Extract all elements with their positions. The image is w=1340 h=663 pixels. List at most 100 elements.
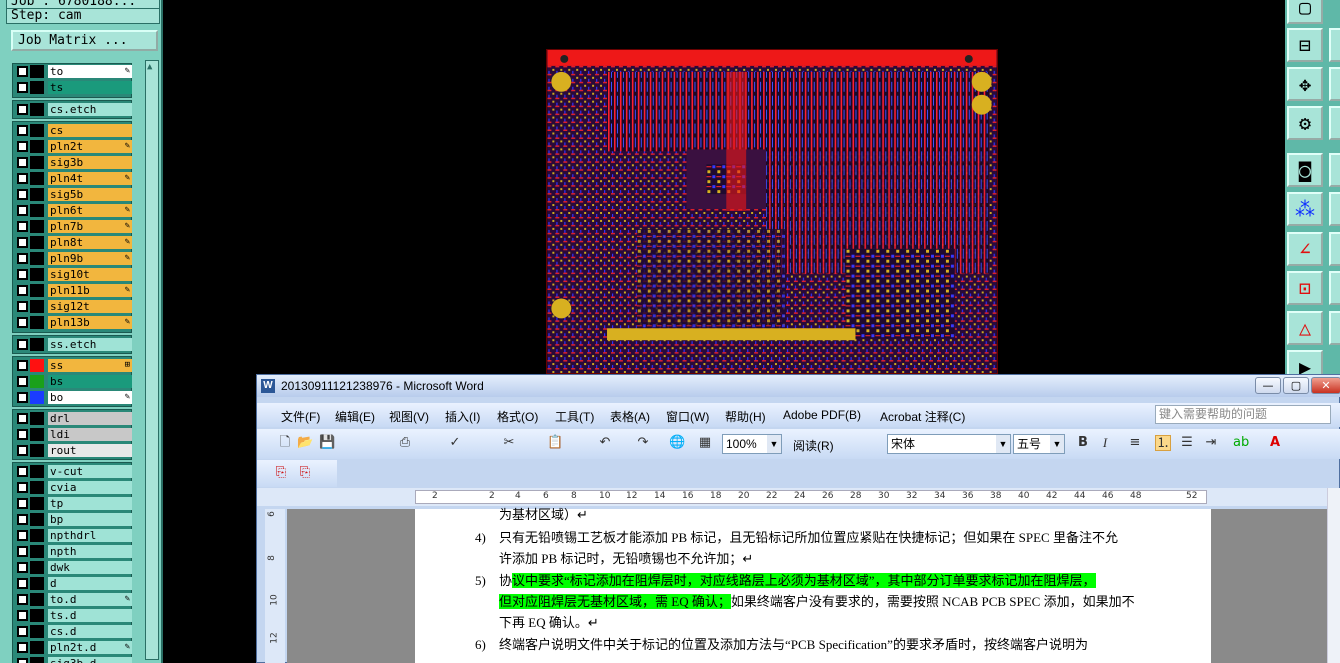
layer-row[interactable]: sig12t: [14, 299, 132, 313]
layer-color-swatch[interactable]: [30, 156, 44, 169]
table-icon[interactable]: ▦: [697, 435, 713, 451]
layer-color-swatch[interactable]: [30, 561, 44, 574]
layer-name[interactable]: pln13b ✎: [48, 316, 132, 329]
layer-row[interactable]: cs.etch: [14, 102, 132, 116]
layer-name[interactable]: sig3b: [48, 156, 132, 169]
layer-row[interactable]: cs.d: [14, 624, 132, 638]
layer-checkbox[interactable]: [17, 237, 28, 248]
tool-icon[interactable]: ▮: [1329, 232, 1340, 266]
spell-icon[interactable]: ✓: [447, 435, 463, 451]
fit-icon[interactable]: ✥: [1287, 67, 1323, 101]
tool-icon[interactable]: ▮: [1329, 28, 1340, 62]
layer-name[interactable]: pln9b ✎: [48, 252, 132, 265]
layer-row[interactable]: tp: [14, 496, 132, 510]
tool-icon[interactable]: ▮: [1329, 67, 1340, 101]
layer-checkbox[interactable]: [17, 157, 28, 168]
layer-color-swatch[interactable]: [30, 338, 44, 351]
indent-icon[interactable]: ⇥: [1203, 435, 1219, 451]
layer-checkbox[interactable]: [17, 269, 28, 280]
layer-checkbox[interactable]: [17, 429, 28, 440]
layer-row[interactable]: sig10t: [14, 267, 132, 281]
layer-row[interactable]: pln11b ✎: [14, 283, 132, 297]
zoom-select[interactable]: 100% ▼: [722, 434, 782, 454]
layer-checkbox[interactable]: [17, 360, 28, 371]
tool-icon[interactable]: ▮: [1329, 192, 1340, 226]
layer-color-swatch[interactable]: [30, 375, 44, 388]
layer-name[interactable]: cs.d: [48, 625, 132, 638]
pdf-icon[interactable]: ⎘: [297, 465, 313, 481]
menu-item[interactable]: 视图(V): [389, 408, 429, 425]
layer-checkbox[interactable]: [17, 626, 28, 637]
menu-item[interactable]: 文件(F): [281, 408, 320, 425]
layer-checkbox[interactable]: [17, 285, 28, 296]
font-size-select[interactable]: 五号 ▼: [1013, 434, 1065, 454]
layer-name[interactable]: ss.etch: [48, 338, 132, 351]
layer-color-swatch[interactable]: [30, 103, 44, 116]
font-color-icon[interactable]: A: [1267, 435, 1283, 451]
layer-checkbox[interactable]: [17, 562, 28, 573]
layer-row[interactable]: dwk: [14, 560, 132, 574]
select-icon[interactable]: ⊡: [1287, 271, 1323, 305]
layer-checkbox[interactable]: [17, 594, 28, 605]
layer-name[interactable]: sig5b: [48, 188, 132, 201]
layer-color-swatch[interactable]: [30, 140, 44, 153]
node-icon[interactable]: ⁂: [1287, 192, 1323, 226]
scroll-up-icon[interactable]: ▲: [147, 62, 157, 72]
layer-color-swatch[interactable]: [30, 204, 44, 217]
layer-color-swatch[interactable]: [30, 428, 44, 441]
layer-name[interactable]: bp: [48, 513, 132, 526]
layer-color-swatch[interactable]: [30, 236, 44, 249]
menu-item[interactable]: 编辑(E): [335, 408, 375, 425]
layer-name[interactable]: ts.d: [48, 609, 132, 622]
layer-row[interactable]: bo ✎: [14, 390, 132, 404]
layer-name[interactable]: bo ✎: [48, 391, 132, 404]
vertical-scrollbar[interactable]: [1327, 488, 1340, 663]
layer-color-swatch[interactable]: [30, 188, 44, 201]
layer-color-swatch[interactable]: [30, 316, 44, 329]
layer-row[interactable]: sig5b: [14, 187, 132, 201]
layer-checkbox[interactable]: [17, 658, 28, 663]
layer-name[interactable]: pln2t.d ✎: [48, 641, 132, 654]
layer-row[interactable]: ldi: [14, 427, 132, 441]
layer-row[interactable]: to ✎: [14, 64, 132, 78]
layer-row[interactable]: ss.etch: [14, 337, 132, 351]
layer-checkbox[interactable]: [17, 173, 28, 184]
layer-color-swatch[interactable]: [30, 284, 44, 297]
layer-name[interactable]: pln7b ✎: [48, 220, 132, 233]
tool-icon[interactable]: ▮: [1329, 153, 1340, 187]
chevron-down-icon[interactable]: ▼: [996, 435, 1010, 453]
font-select[interactable]: 宋体 ▼: [887, 434, 1011, 454]
layer-row[interactable]: to.d ✎: [14, 592, 132, 606]
layer-row[interactable]: bp: [14, 512, 132, 526]
zoom-icon[interactable]: ⊟: [1287, 28, 1323, 62]
bullets-icon[interactable]: ☰: [1179, 435, 1195, 451]
layer-checkbox[interactable]: [17, 445, 28, 456]
layer-checkbox[interactable]: [17, 482, 28, 493]
layer-checkbox[interactable]: [17, 317, 28, 328]
layer-row[interactable]: ts: [14, 80, 132, 94]
triangle-icon[interactable]: △: [1287, 311, 1323, 345]
menu-item[interactable]: 格式(O): [497, 408, 538, 425]
layer-color-swatch[interactable]: [30, 124, 44, 137]
layer-color-swatch[interactable]: [30, 593, 44, 606]
layer-color-swatch[interactable]: [30, 577, 44, 590]
layer-checkbox[interactable]: [17, 221, 28, 232]
layer-name[interactable]: tp: [48, 497, 132, 510]
read-mode-button[interactable]: 阅读(R): [793, 437, 834, 454]
numbering-icon[interactable]: ⒈: [1155, 435, 1171, 451]
tool-icon[interactable]: ▮: [1329, 271, 1340, 305]
layer-checkbox[interactable]: [17, 392, 28, 403]
layer-checkbox[interactable]: [17, 189, 28, 200]
layer-row[interactable]: pln2t.d ✎: [14, 640, 132, 654]
layer-color-swatch[interactable]: [30, 359, 44, 372]
layer-checkbox[interactable]: [17, 642, 28, 653]
layer-color-swatch[interactable]: [30, 81, 44, 94]
layer-row[interactable]: npthdrl: [14, 528, 132, 542]
layer-color-swatch[interactable]: [30, 513, 44, 526]
layer-color-swatch[interactable]: [30, 172, 44, 185]
layer-row[interactable]: ts.d: [14, 608, 132, 622]
layer-color-swatch[interactable]: [30, 268, 44, 281]
layer-name[interactable]: drl: [48, 412, 132, 425]
measure-icon[interactable]: ⚙: [1287, 106, 1323, 140]
horizontal-ruler[interactable]: 2 2 4 6 8 10 12 14 16 18 20 22 24 26 28 30 32 34 36 38 40 42 4…: [257, 488, 1340, 506]
